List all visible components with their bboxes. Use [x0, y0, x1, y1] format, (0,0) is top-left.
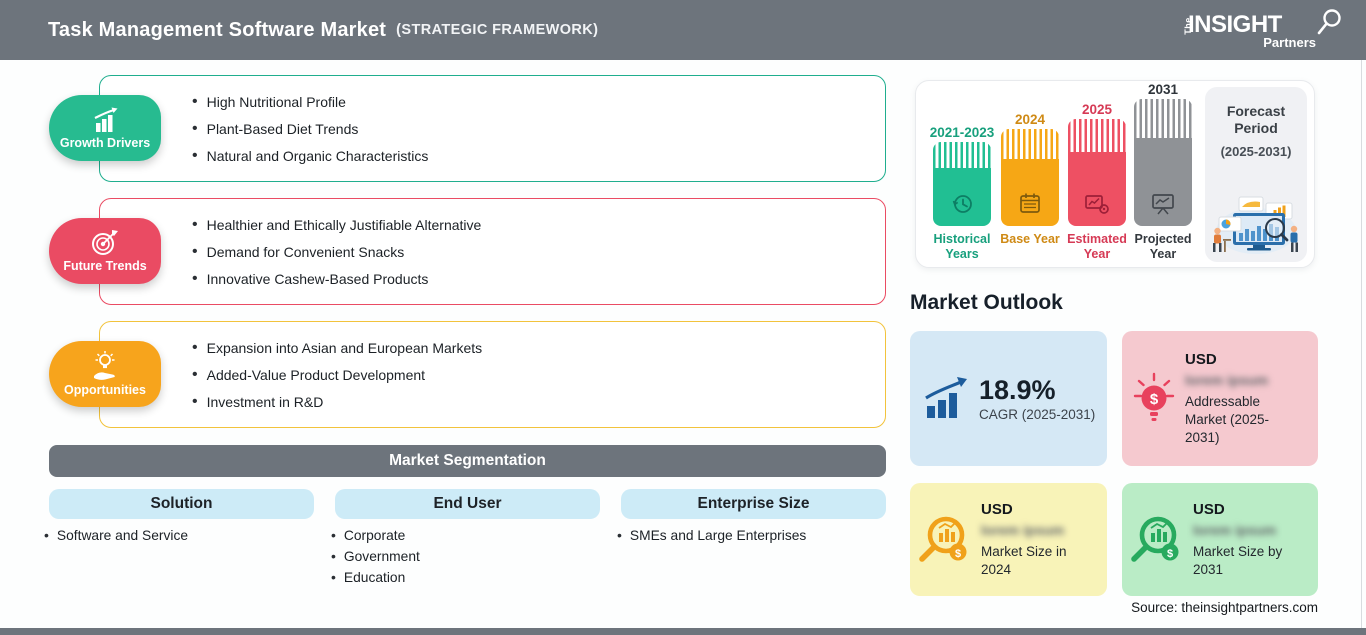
- currency-label: USD: [1193, 500, 1225, 518]
- page-subtitle: (STRATEGIC FRAMEWORK): [396, 22, 599, 38]
- column-header: Enterprise Size: [697, 495, 810, 512]
- bar-body: [1134, 138, 1192, 226]
- currency-label: USD: [981, 500, 1013, 518]
- svg-text:$: $: [1150, 391, 1159, 408]
- market-outlook-title: Market Outlook: [910, 291, 1063, 314]
- market-size-2024-card: $ USD lorem ipsum Market Size in 2024: [910, 483, 1107, 596]
- enterprise-size-items: SMEs and Large Enterprises: [617, 525, 806, 546]
- list-item: Software and Service: [44, 525, 188, 546]
- magnifier-dollar-icon: $: [919, 516, 967, 562]
- column-header: Solution: [150, 495, 213, 512]
- cagr-label: CAGR (2025-2031): [979, 407, 1096, 422]
- list-item: Expansion into Asian and European Market…: [192, 340, 885, 356]
- history-clock-icon: [952, 195, 972, 213]
- segmentation-column-enterprise-size: Enterprise Size: [621, 489, 886, 519]
- bar-body: [933, 168, 991, 226]
- bar-stripes: [933, 142, 991, 169]
- company-logo: The INSIGHT Partners: [1179, 9, 1344, 53]
- bulb-dollar-icon: $: [1133, 372, 1175, 421]
- timeline-bar-projected: [1134, 99, 1192, 226]
- segmentation-title-bar: Market Segmentation: [49, 445, 886, 477]
- bar-body: [1001, 159, 1059, 226]
- target-dart-icon: [92, 230, 118, 255]
- forecast-title: Forecast Period: [1226, 103, 1286, 136]
- bar-stripes: [1068, 119, 1126, 153]
- gear-chart-icon: [1085, 195, 1109, 214]
- solution-items: Software and Service: [44, 525, 188, 546]
- opportunities-badge: Opportunities: [49, 341, 161, 407]
- list-item: Natural and Organic Characteristics: [192, 148, 885, 164]
- segmentation-column-solution: Solution: [49, 489, 314, 519]
- list-item: Government: [331, 546, 420, 567]
- card-label: Market Size in 2024: [981, 543, 1067, 577]
- header-bar: Task Management Software Market (STRATEG…: [0, 0, 1366, 60]
- growth-drivers-box: High Nutritional Profile Plant-Based Die…: [99, 75, 886, 182]
- timeline-bar-estimated: [1068, 119, 1126, 226]
- column-header: End User: [433, 495, 502, 512]
- list-item: SMEs and Large Enterprises: [617, 525, 806, 546]
- hand-bulb-icon: [94, 351, 115, 380]
- card-label: Market Size by 2031: [1193, 543, 1283, 577]
- timeline-year: 2025: [1081, 102, 1113, 117]
- bar-body: [1068, 152, 1126, 226]
- badge-label: Opportunities: [64, 383, 146, 397]
- badge-label: Future Trends: [63, 259, 147, 273]
- segmentation-column-end-user: End User: [335, 489, 600, 519]
- source-text: Source: theinsightpartners.com: [1131, 600, 1318, 615]
- presentation-icon: [1152, 194, 1174, 215]
- list-item: Education: [331, 567, 420, 588]
- blurred-value: lorem ipsum: [981, 521, 1065, 538]
- svg-text:$: $: [955, 548, 961, 560]
- timeline-bar-historical: [933, 142, 991, 226]
- logo-partners: Partners: [1263, 35, 1316, 50]
- analysts-monitor-illustration: [1213, 196, 1298, 254]
- list-item: Healthier and Ethically Justifiable Alte…: [192, 217, 885, 233]
- magnifier-icon: [1317, 9, 1341, 35]
- cagr-card: 18.9% CAGR (2025-2031): [910, 331, 1107, 466]
- card-label: Addressable Market (2025-2031): [1185, 393, 1270, 445]
- growth-bars-arrow-icon: [94, 107, 118, 132]
- list-item: Corporate: [331, 525, 420, 546]
- segmentation-title: Market Segmentation: [389, 452, 546, 469]
- timeline-year: 2021-2023: [929, 125, 995, 140]
- footer-bar: [0, 628, 1366, 635]
- future-trends-box: Healthier and Ethically Justifiable Alte…: [99, 198, 886, 305]
- list-item: Added-Value Product Development: [192, 367, 885, 383]
- currency-label: USD: [1185, 350, 1217, 368]
- list-item: Investment in R&D: [192, 394, 885, 410]
- blurred-value: lorem ipsum: [1193, 521, 1277, 538]
- infographic-canvas: Task Management Software Market (STRATEG…: [0, 0, 1366, 635]
- timeline-panel: 2021-2023 2024 2025 2031 Historical Year…: [915, 80, 1315, 268]
- forecast-period-panel: Forecast Period (2025-2031): [1205, 87, 1307, 262]
- magnifier-dollar-icon: $: [1131, 516, 1179, 562]
- timeline-bar-label: Projected Year: [1134, 232, 1192, 261]
- list-item: Plant-Based Diet Trends: [192, 121, 885, 137]
- bar-stripes: [1001, 129, 1059, 160]
- bar-stripes: [1134, 99, 1192, 139]
- end-user-items: Corporate Government Education: [331, 525, 420, 588]
- list-item: High Nutritional Profile: [192, 94, 885, 110]
- opportunities-box: Expansion into Asian and European Market…: [99, 321, 886, 428]
- future-trends-badge: Future Trends: [49, 218, 161, 284]
- cagr-value: 18.9%: [979, 375, 1056, 405]
- svg-text:$: $: [1167, 548, 1173, 560]
- timeline-bar-base: [1001, 129, 1059, 226]
- blurred-value: lorem ipsum: [1185, 371, 1269, 388]
- right-edge-divider: [1361, 60, 1362, 628]
- page-title: Task Management Software Market: [48, 18, 387, 41]
- calendar-icon: [1020, 193, 1040, 213]
- addressable-market-card: $ USD lorem ipsum Addressable Market (20…: [1122, 331, 1318, 466]
- list-item: Demand for Convenient Snacks: [192, 244, 885, 260]
- timeline-year: 2031: [1147, 82, 1179, 97]
- growth-chart-arrow-icon: [925, 376, 967, 418]
- badge-label: Growth Drivers: [59, 135, 151, 150]
- list-item: Innovative Cashew-Based Products: [192, 271, 885, 287]
- market-size-2031-card: $ USD lorem ipsum Market Size by 2031: [1122, 483, 1318, 596]
- growth-drivers-badge: Growth Drivers: [49, 95, 161, 161]
- forecast-range: (2025-2031): [1220, 144, 1292, 159]
